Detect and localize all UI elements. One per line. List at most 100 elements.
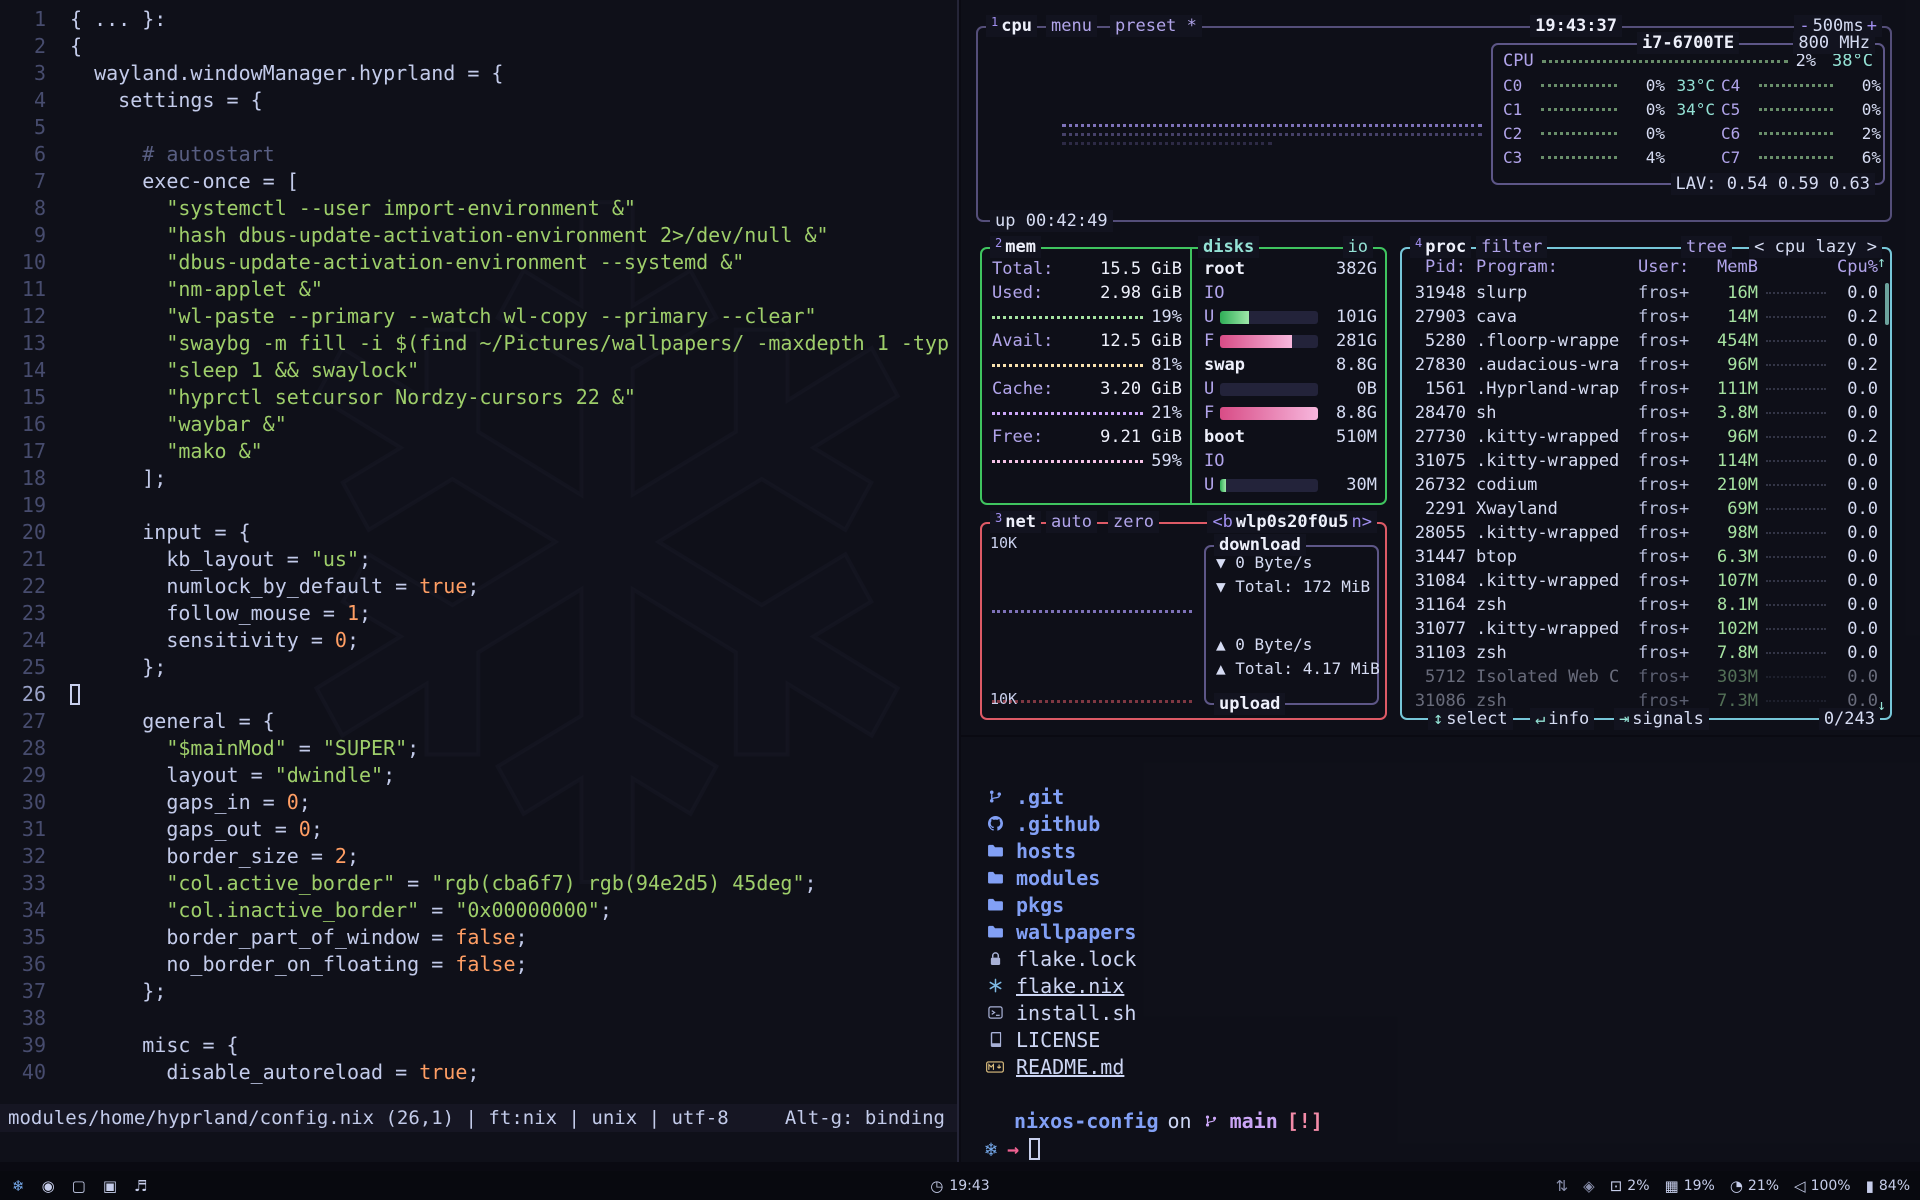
process-row[interactable]: 5280.floorp-wrappefros+454M0.0 [1412,329,1878,353]
clock-module[interactable]: ◷ 19:43 [930,1177,989,1195]
proc-info-button[interactable]: ↵ info [1530,708,1594,730]
code-line[interactable]: 34 "col.inactive_border" = "0x00000000"; [0,897,957,924]
music-icon[interactable]: ♬ [134,1177,147,1195]
code-line[interactable]: 1{ ... }: [0,6,957,33]
code-line[interactable]: 28 "$mainMod" = "SUPER"; [0,735,957,762]
code-line[interactable]: 15 "hyprctl setcursor Nordzy-cursors 22 … [0,384,957,411]
process-row[interactable]: 31447btopfros+6.3M0.0 [1412,545,1878,569]
code-line[interactable]: 11 "nm-applet &" [0,276,957,303]
code-line[interactable]: 10 "dbus-update-activation-environment -… [0,249,957,276]
battery-module[interactable]: ▮84% [1866,1177,1910,1195]
process-row[interactable]: 31948slurpfros+16M0.0 [1412,281,1878,305]
code-line[interactable]: 3 wayland.windowManager.hyprland = { [0,60,957,87]
code-line[interactable]: 5 [0,114,957,141]
code-line[interactable]: 25 }; [0,654,957,681]
code-line[interactable]: 31 gaps_out = 0; [0,816,957,843]
btop-preset-button[interactable]: preset * [1110,15,1202,37]
code-line[interactable]: 2{ [0,33,957,60]
code-line[interactable]: 12 "wl-paste --primary --watch wl-copy -… [0,303,957,330]
line-number: 35 [0,924,46,951]
net-zero-toggle[interactable]: zero [1108,511,1159,533]
process-row[interactable]: 28470shfros+3.8M0.0 [1412,401,1878,425]
proc-tree-toggle[interactable]: tree [1681,236,1732,258]
proc-header-mem[interactable]: MemB [1700,257,1758,281]
editor-window[interactable]: 1{ ... }:2{3 wayland.windowManager.hyprl… [0,0,959,1162]
process-pid: 5712 [1412,665,1476,689]
proc-header-user[interactable]: User: [1638,257,1700,281]
process-leader [1766,556,1826,558]
code-line[interactable]: 17 "mako &" [0,438,957,465]
process-row[interactable]: 27730.kitty-wrappedfros+96M0.2 [1412,425,1878,449]
code-line[interactable]: 39 misc = { [0,1032,957,1059]
proc-sort-selector[interactable]: < cpu lazy > [1749,236,1882,258]
code-line[interactable]: 20 input = { [0,519,957,546]
process-row[interactable]: 28055.kitty-wrappedfros+98M0.0 [1412,521,1878,545]
process-row[interactable]: 5712Isolated Web Cfros+303M0.0 [1412,665,1878,689]
code-line[interactable]: 8 "systemctl --user import-environment &… [0,195,957,222]
code-line[interactable]: 9 "hash dbus-update-activation-environme… [0,222,957,249]
code-line[interactable]: 37 }; [0,978,957,1005]
nixos-logo-icon[interactable]: ❄ [12,1177,25,1195]
process-row[interactable]: 27830.audacious-wrafros+96M0.2 [1412,353,1878,377]
process-row[interactable]: 31075.kitty-wrappedfros+114M0.0 [1412,449,1878,473]
code-line[interactable]: 18 ]; [0,465,957,492]
proc-scrollbar[interactable] [1885,283,1889,325]
window-grid-icon[interactable]: ▣ [103,1177,117,1195]
disk-free-row: F8.8G [1204,401,1377,425]
code-line[interactable]: 14 "sleep 1 && swaylock" [0,357,957,384]
code-line[interactable]: 23 follow_mouse = 1; [0,600,957,627]
code-line[interactable]: 6 # autostart [0,141,957,168]
terminal-window[interactable]: .git.githubhostsmodulespkgswallpapersfla… [961,737,1920,1162]
disks-io-toggle[interactable]: io [1343,236,1373,258]
tray-icon[interactable]: ◈ [1583,1177,1595,1195]
code-line[interactable]: 32 border_size = 2; [0,843,957,870]
btop-window[interactable]: 1 cpu menu preset * 19:43:37 - 500ms + u… [961,0,1920,735]
net-interface-selector[interactable]: <b wlp0s20f0u5 n> [1207,511,1377,533]
code-line[interactable]: 36 no_border_on_floating = false; [0,951,957,978]
memory-module[interactable]: ▦19% [1665,1177,1715,1195]
code-line[interactable]: 7 exec-once = [ [0,168,957,195]
disk-module[interactable]: ◔21% [1730,1177,1779,1195]
display-icon[interactable]: ▢ [72,1177,86,1195]
proc-header-program[interactable]: Program: [1476,257,1638,281]
code-line[interactable]: 26 [0,681,957,708]
proc-filter-button[interactable]: filter [1476,236,1547,258]
process-row[interactable]: 1561.Hyprland-wrapfros+111M0.0 [1412,377,1878,401]
process-row[interactable]: 31084.kitty-wrappedfros+107M0.0 [1412,569,1878,593]
code-line[interactable]: 33 "col.active_border" = "rgb(cba6f7) rg… [0,870,957,897]
code-line[interactable]: 35 border_part_of_window = false; [0,924,957,951]
process-row[interactable]: 27903cavafros+14M0.2 [1412,305,1878,329]
code-line[interactable]: 16 "waybar &" [0,411,957,438]
code-line[interactable]: 21 kb_layout = "us"; [0,546,957,573]
cpu-core-row: C62% [1721,121,1881,145]
cpu-module[interactable]: ⊡2% [1610,1177,1650,1195]
code-line[interactable]: 40 disable_autoreload = true; [0,1059,957,1086]
markdown-icon [985,1061,1005,1073]
proc-header-pid[interactable]: Pid: [1412,257,1476,281]
code-line[interactable]: 29 layout = "dwindle"; [0,762,957,789]
proc-select-button[interactable]: ↕ select [1428,708,1513,730]
code-line[interactable]: 30 gaps_in = 0; [0,789,957,816]
record-icon[interactable]: ◉ [42,1177,55,1195]
process-row[interactable]: 26732codiumfros+210M0.0 [1412,473,1878,497]
code-line[interactable]: 27 general = { [0,708,957,735]
process-row[interactable]: 31164zshfros+8.1M0.0 [1412,593,1878,617]
code-line[interactable]: 38 [0,1005,957,1032]
code-line[interactable]: 22 numlock_by_default = true; [0,573,957,600]
process-row[interactable]: 31077.kitty-wrappedfros+102M0.0 [1412,617,1878,641]
terminal-cursor[interactable] [1029,1138,1040,1160]
network-tray-icon[interactable]: ⇅ [1556,1177,1569,1195]
process-row[interactable]: 2291Xwaylandfros+69M0.0 [1412,497,1878,521]
proc-header-cpu[interactable]: Cpu% [1834,257,1878,281]
code-line[interactable]: 4 settings = { [0,87,957,114]
btop-menu-button[interactable]: menu [1046,15,1097,37]
code-line[interactable]: 13 "swaybg -m fill -i $(find ~/Pictures/… [0,330,957,357]
shell-input-line[interactable]: ❄ → [961,1135,1920,1162]
cpu-total-label: CPU [1503,51,1534,71]
net-auto-toggle[interactable]: auto [1046,511,1097,533]
code-line[interactable]: 19 [0,492,957,519]
process-row[interactable]: 31103zshfros+7.8M0.0 [1412,641,1878,665]
proc-signals-button[interactable]: ⇥ signals [1614,708,1709,730]
code-line[interactable]: 24 sensitivity = 0; [0,627,957,654]
volume-module[interactable]: ◁100% [1794,1177,1851,1195]
